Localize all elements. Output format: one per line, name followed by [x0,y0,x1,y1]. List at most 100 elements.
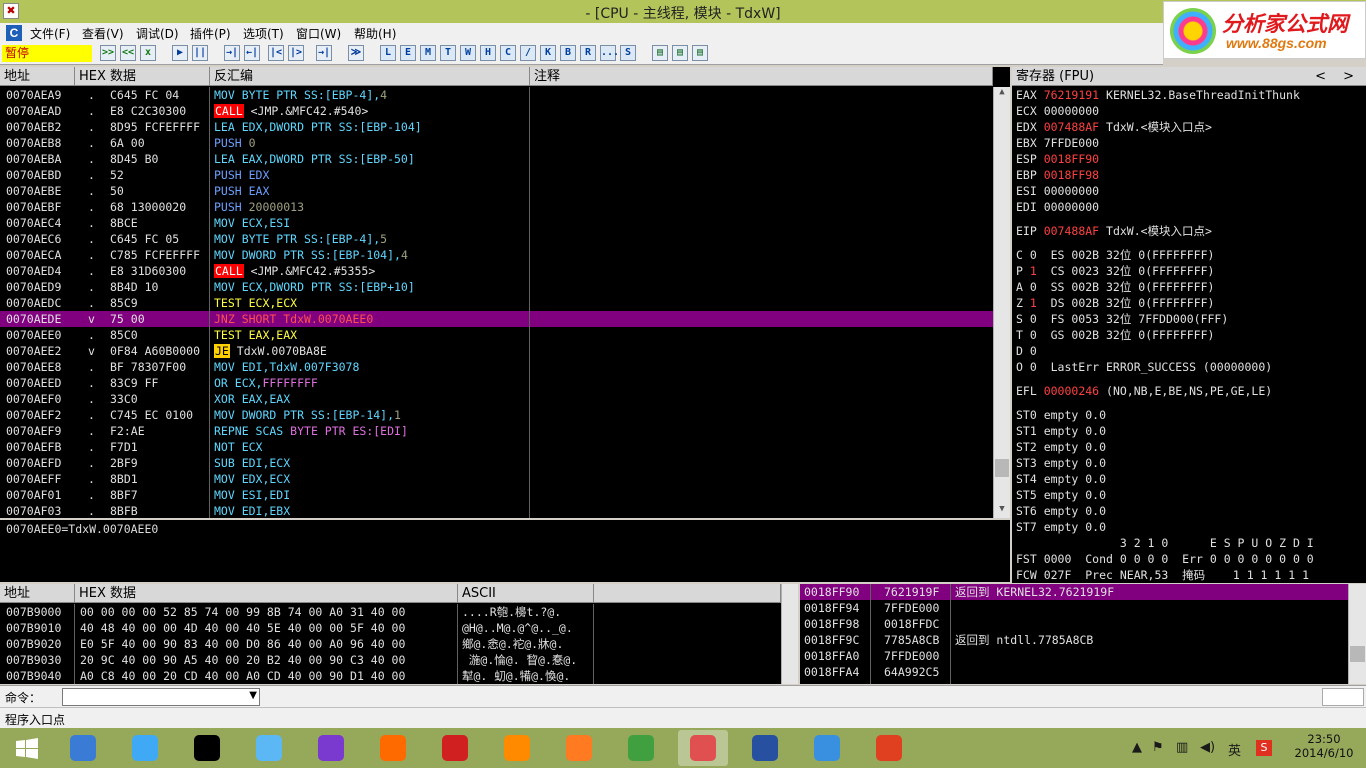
dump-row[interactable]: 007B9030 20 9C 40 00 90 A5 40 00 20 B2 40… [0,652,781,668]
taskbar-app-qq-browser[interactable] [244,730,294,766]
register-line[interactable]: C 0 ES 002B 32位 0(FFFFFFFF) [1016,247,1214,263]
view-window-button[interactable]: M [420,45,436,61]
disasm-row[interactable]: 0070AEC4. 8BCE MOV ECX,ESI [0,215,993,231]
scroll-thumb[interactable] [995,459,1009,477]
command-input[interactable]: ▼ [62,688,260,706]
taskbar-app-stock-app[interactable] [430,730,480,766]
stack-row[interactable]: 0018FF9C 7785A8CB 返回到 ntdll.7785A8CB [800,632,1348,648]
appearance-grid-icon[interactable]: ▤ [652,45,668,61]
disasm-row[interactable]: 0070AEB8. 6A 00 PUSH 0 [0,135,993,151]
view-window-button[interactable]: B [560,45,576,61]
taskbar-app-office-app[interactable] [864,730,914,766]
ime-indicator[interactable]: 英 [1228,740,1241,759]
appearance-grid-icon[interactable]: ▤ [692,45,708,61]
menu-item[interactable]: 查看(V) [82,25,124,42]
disasm-row[interactable]: 0070AF03. 8BFB MOV EDI,EBX [0,503,993,518]
disasm-row[interactable]: 0070AEAD. E8 C2C30300 CALL <JMP.&MFC42.#54… [0,103,993,119]
disasm-row[interactable]: 0070AEDC. 85C9 TEST ECX,ECX [0,295,993,311]
dump-row[interactable]: 007B9000 00 00 00 00 52 85 74 00 99 8B 74… [0,604,781,620]
dump-row[interactable]: 007B9010 40 48 40 00 00 4D 40 00 40 5E 40… [0,620,781,636]
run-icon[interactable]: ▶ [172,45,188,61]
disasm-row[interactable]: 0070AEA9. C645 FC 04 MOV BYTE PTR SS:[EBP-… [0,87,993,103]
menu-item[interactable]: 插件(P) [190,25,231,42]
disasm-row[interactable]: 0070AEC6. C645 FC 05 MOV BYTE PTR SS:[EBP-… [0,231,993,247]
step-over-icon[interactable]: ←| [244,45,260,61]
register-line[interactable]: FST 0000 Cond 0 0 0 0 Err 0 0 0 0 0 0 0 … [1016,551,1314,567]
menu-item[interactable]: 调试(D) [136,25,179,42]
register-line[interactable]: T 0 GS 002B 32位 0(FFFFFFFF) [1016,327,1214,343]
goto-origin-icon[interactable]: ≫ [348,45,364,61]
register-line[interactable]: Z 1 DS 002B 32位 0(FFFFFFFF) [1016,295,1214,311]
view-window-button[interactable]: K [540,45,556,61]
taskbar-app-browser[interactable] [616,730,666,766]
register-line[interactable]: ST3 empty 0.0 [1016,455,1106,471]
register-line[interactable]: ECX 00000000 [1016,103,1099,119]
register-line[interactable]: ST2 empty 0.0 [1016,439,1106,455]
stack-row[interactable]: 0018FF94 7FFDE000 [800,600,1348,616]
disasm-row[interactable]: 0070AEFB. F7D1 NOT ECX [0,439,993,455]
close-program-icon[interactable]: << [120,45,136,61]
execute-till-return-icon[interactable]: →| [316,45,332,61]
volume-icon[interactable]: ◀) [1200,740,1215,755]
disasm-row[interactable]: 0070AEBD. 52 PUSH EDX [0,167,993,183]
view-window-button[interactable]: / [520,45,536,61]
trace-into-icon[interactable]: |< [268,45,284,61]
network-icon[interactable]: ▥ [1176,740,1188,755]
disasm-row[interactable]: 0070AEE2 v 0F84 A60B0000 JE TdxW.0070BA8E [0,343,993,359]
chevron-down-icon[interactable]: ▼ [249,690,257,701]
scroll-up-icon[interactable]: ▲ [994,87,1010,101]
dump-scrollbar[interactable] [781,584,798,684]
taskbar-app-qq[interactable] [182,730,232,766]
register-line[interactable]: ST5 empty 0.0 [1016,487,1106,503]
next-view-icon[interactable]: > [1343,67,1354,85]
clock[interactable]: 23:50 2014/6/10 [1290,732,1358,760]
taskbar-app-ollydbg[interactable] [678,730,728,766]
taskbar-app-foxmail[interactable] [368,730,418,766]
trace-over-icon[interactable]: |> [288,45,304,61]
register-line[interactable]: ESP 0018FF90 [1016,151,1099,167]
disasm-row[interactable]: 0070AEBE. 50 PUSH EAX [0,183,993,199]
register-line[interactable]: EBP 0018FF98 [1016,167,1099,183]
register-line[interactable]: ST7 empty 0.0 [1016,519,1106,535]
view-window-button[interactable]: S [620,45,636,61]
register-line[interactable]: D 0 [1016,343,1037,359]
stop-icon[interactable]: x [140,45,156,61]
disasm-row[interactable]: 0070AEBF. 68 13000020 PUSH 20000013 [0,199,993,215]
disasm-row[interactable]: 0070AEF9. F2:AE REPNE SCAS BYTE PTR ES:[ED… [0,423,993,439]
dump-col-address[interactable]: 地址 [0,584,75,603]
registers-pane[interactable]: 寄存器 (FPU) < > EAX 76219191 KERNEL32.BaseTh… [1012,67,1366,583]
register-line[interactable]: O 0 LastErr ERROR_SUCCESS (00000000) [1016,359,1272,375]
disasm-row[interactable]: 0070AED9. 8B4D 10 MOV ECX,DWORD PTR SS:[EB… [0,279,993,295]
disasm-row[interactable]: 0070AEFD. 2BF9 SUB EDI,ECX [0,455,993,471]
view-window-button[interactable]: E [400,45,416,61]
register-line[interactable]: FCW 027F Prec NEAR,53 掩码 1 1 1 1 1 1 [1016,567,1309,583]
register-line[interactable]: A 0 SS 002B 32位 0(FFFFFFFF) [1016,279,1214,295]
register-line[interactable]: S 0 FS 0053 32位 7FFDD000(FFF) [1016,311,1228,327]
taskbar-app-hex-editor[interactable] [740,730,790,766]
pause-icon[interactable]: || [192,45,208,61]
view-window-button[interactable]: T [440,45,456,61]
restart-icon[interactable]: >> [100,45,116,61]
disasm-row[interactable]: 0070AEDE v 75 00 JNZ SHORT TdxW.0070AEE0 [0,311,993,327]
stack-pane[interactable]: 0018FF90 7621919F 返回到 KERNEL32.7621919F 001… [800,584,1366,684]
view-window-button[interactable]: L [380,45,396,61]
taskbar-app-fox-app[interactable] [554,730,604,766]
disasm-row[interactable]: 0070AEB2. 8D95 FCFEFFFF LEA EDX,DWORD PTR … [0,119,993,135]
sogou-ime-icon[interactable]: S [1256,740,1272,756]
col-header-address[interactable]: 地址 [0,67,75,86]
menu-item[interactable]: 窗口(W) [296,25,341,42]
taskbar-app-explorer[interactable] [58,730,108,766]
col-header-disasm[interactable]: 反汇编 [210,67,530,86]
disasm-row[interactable]: 0070AEF0. 33C0 XOR EAX,EAX [0,391,993,407]
taskbar-app-picture-viewer[interactable] [802,730,852,766]
disasm-row[interactable]: 0070AEFF. 8BD1 MOV EDX,ECX [0,471,993,487]
stack-scrollbar[interactable] [1348,584,1366,684]
start-button[interactable] [2,730,52,766]
dump-row[interactable]: 007B9040 A0 C8 40 00 20 CD 40 00 A0 CD 40… [0,668,781,684]
register-line[interactable]: EFL 00000246 (NO,NB,E,BE,NS,PE,GE,LE) [1016,383,1272,399]
dump-col-hex[interactable]: HEX 数据 [75,584,458,603]
register-line[interactable]: ST0 empty 0.0 [1016,407,1106,423]
menu-item[interactable]: 选项(T) [243,25,284,42]
tray-expand-icon[interactable]: ▲ [1132,740,1142,755]
command-aux-box[interactable] [1322,688,1364,706]
